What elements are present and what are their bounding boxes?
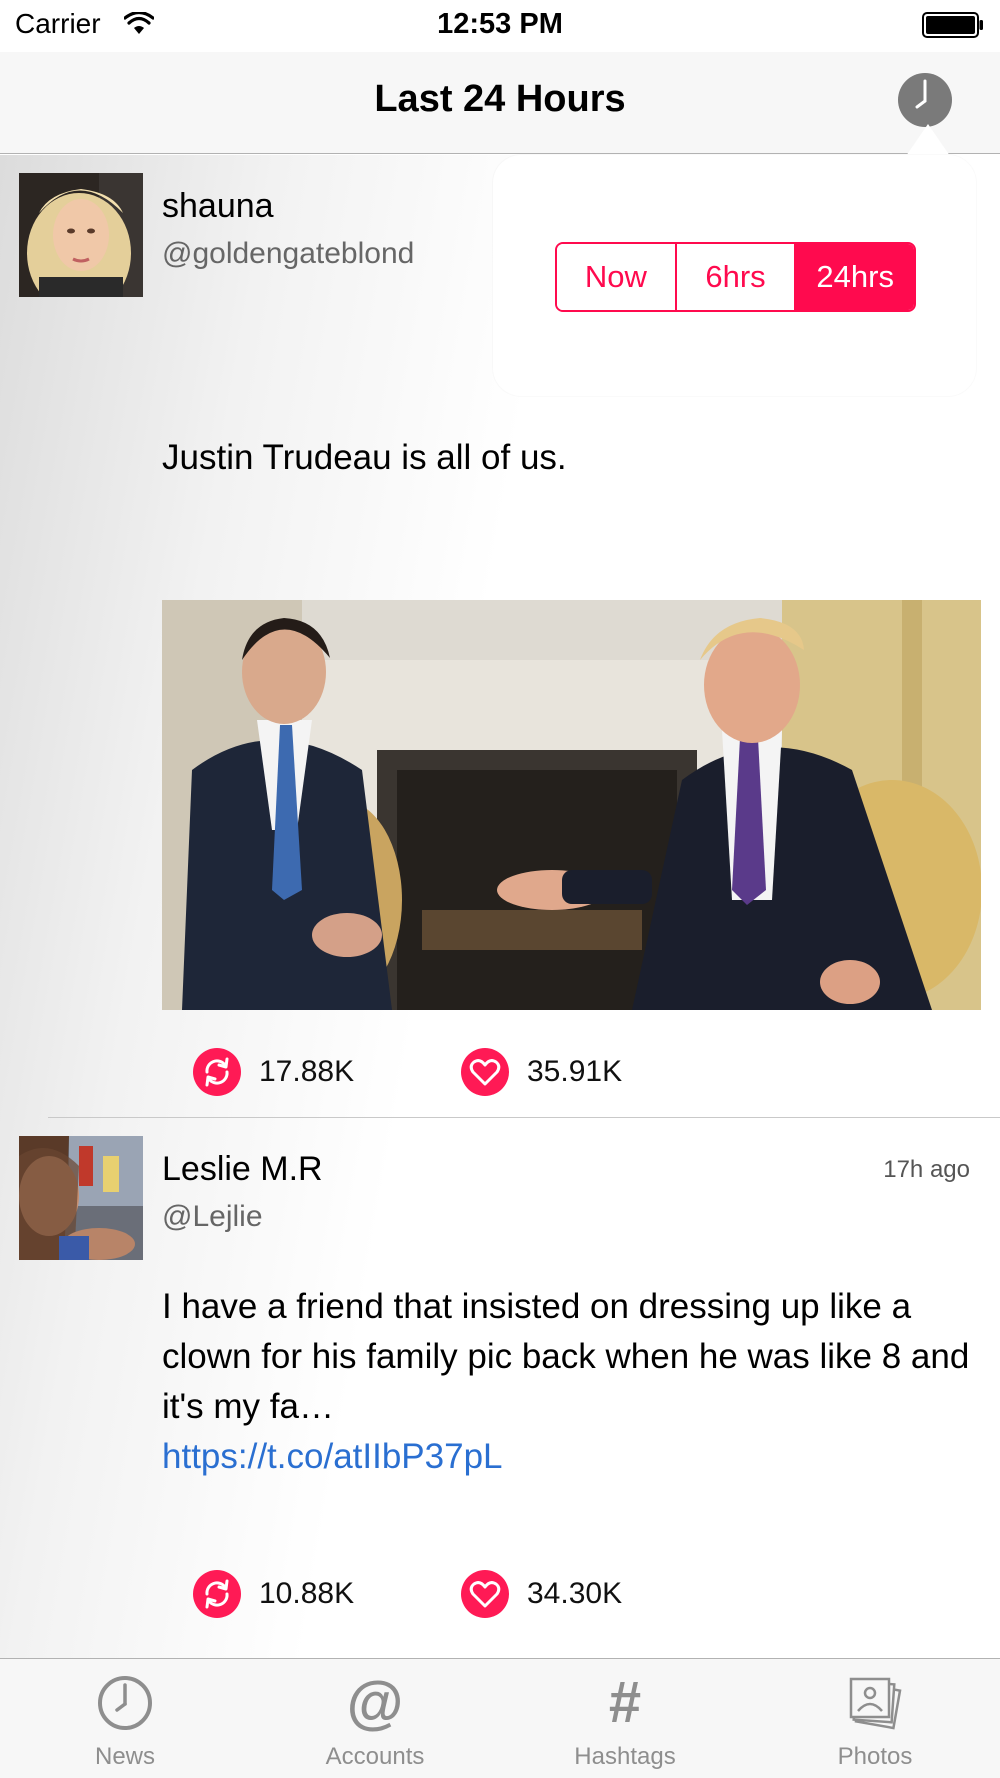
time-filter-button[interactable] — [898, 73, 952, 127]
tab-label: Hashtags — [574, 1743, 676, 1770]
page-title: Last 24 Hours — [374, 78, 626, 120]
photos-icon — [750, 1673, 1000, 1733]
segment-24hrs[interactable]: 24hrs — [796, 244, 914, 310]
tab-accounts[interactable]: @ Accounts — [250, 1659, 500, 1778]
retweet-stat[interactable]: 17.88K — [193, 1048, 354, 1096]
at-sign-icon: @ — [346, 1670, 404, 1735]
status-time: 12:53 PM — [437, 8, 563, 40]
tab-label: News — [94, 1743, 155, 1770]
tab-news[interactable]: News — [0, 1659, 250, 1778]
segment-now[interactable]: Now — [557, 244, 677, 310]
tweet-text-body: Justin Trudeau is all of us. — [162, 438, 567, 477]
time-range-segmented-control[interactable]: Now 6hrs 24hrs — [555, 242, 916, 312]
hashtag-icon: # — [608, 1670, 642, 1735]
tab-bar: News @ Accounts # Hashtags Photos — [0, 1658, 1000, 1778]
tweet-text[interactable]: I have a friend that insisted on dressin… — [162, 1282, 982, 1482]
segment-6hrs[interactable]: 6hrs — [676, 244, 797, 310]
clock-icon — [915, 79, 927, 109]
like-count: 34.30K — [527, 1577, 623, 1610]
like-stat[interactable]: 34.30K — [461, 1570, 622, 1618]
tab-photos[interactable]: Photos — [750, 1659, 1000, 1778]
battery-icon — [922, 12, 983, 38]
retweet-stat[interactable]: 10.88K — [193, 1570, 354, 1618]
tweet-timestamp: 17h ago — [883, 1156, 970, 1183]
tweet-text[interactable]: Justin Trudeau is all of us. — [162, 433, 982, 483]
navigation-bar: Last 24 Hours — [0, 52, 1000, 154]
clock-icon — [0, 1673, 250, 1733]
tab-hashtags[interactable]: # Hashtags — [500, 1659, 750, 1778]
tweet-author-handle[interactable]: @goldengateblond — [162, 237, 414, 271]
tweet-author-name[interactable]: Leslie M.R — [162, 1150, 323, 1189]
tweet-author-handle[interactable]: @Lejlie — [162, 1200, 263, 1234]
tweet-text-body: I have a friend that insisted on dressin… — [162, 1287, 970, 1426]
time-filter-popover: Now 6hrs 24hrs — [493, 155, 976, 396]
heart-icon — [461, 1570, 509, 1618]
like-stat[interactable]: 35.91K — [461, 1048, 622, 1096]
retweet-icon — [193, 1048, 241, 1096]
tweet-card[interactable]: Leslie M.R @Lejlie 17h ago I have a frie… — [0, 1118, 1000, 1658]
retweet-count: 17.88K — [259, 1055, 355, 1088]
retweet-icon — [193, 1570, 241, 1618]
tweet-author-name[interactable]: shauna — [162, 187, 274, 226]
like-count: 35.91K — [527, 1055, 623, 1088]
tweet-link[interactable]: https://t.co/atIIbP37pL — [162, 1437, 503, 1476]
retweet-count: 10.88K — [259, 1577, 355, 1610]
tab-label: Accounts — [325, 1743, 425, 1770]
tab-label: Photos — [837, 1743, 913, 1770]
popover-arrow — [906, 124, 950, 156]
avatar[interactable] — [19, 173, 143, 297]
status-bar: Carrier 12:53 PM — [0, 0, 1000, 52]
avatar[interactable] — [19, 1136, 143, 1260]
heart-icon — [461, 1048, 509, 1096]
tweet-image[interactable] — [162, 600, 981, 1010]
